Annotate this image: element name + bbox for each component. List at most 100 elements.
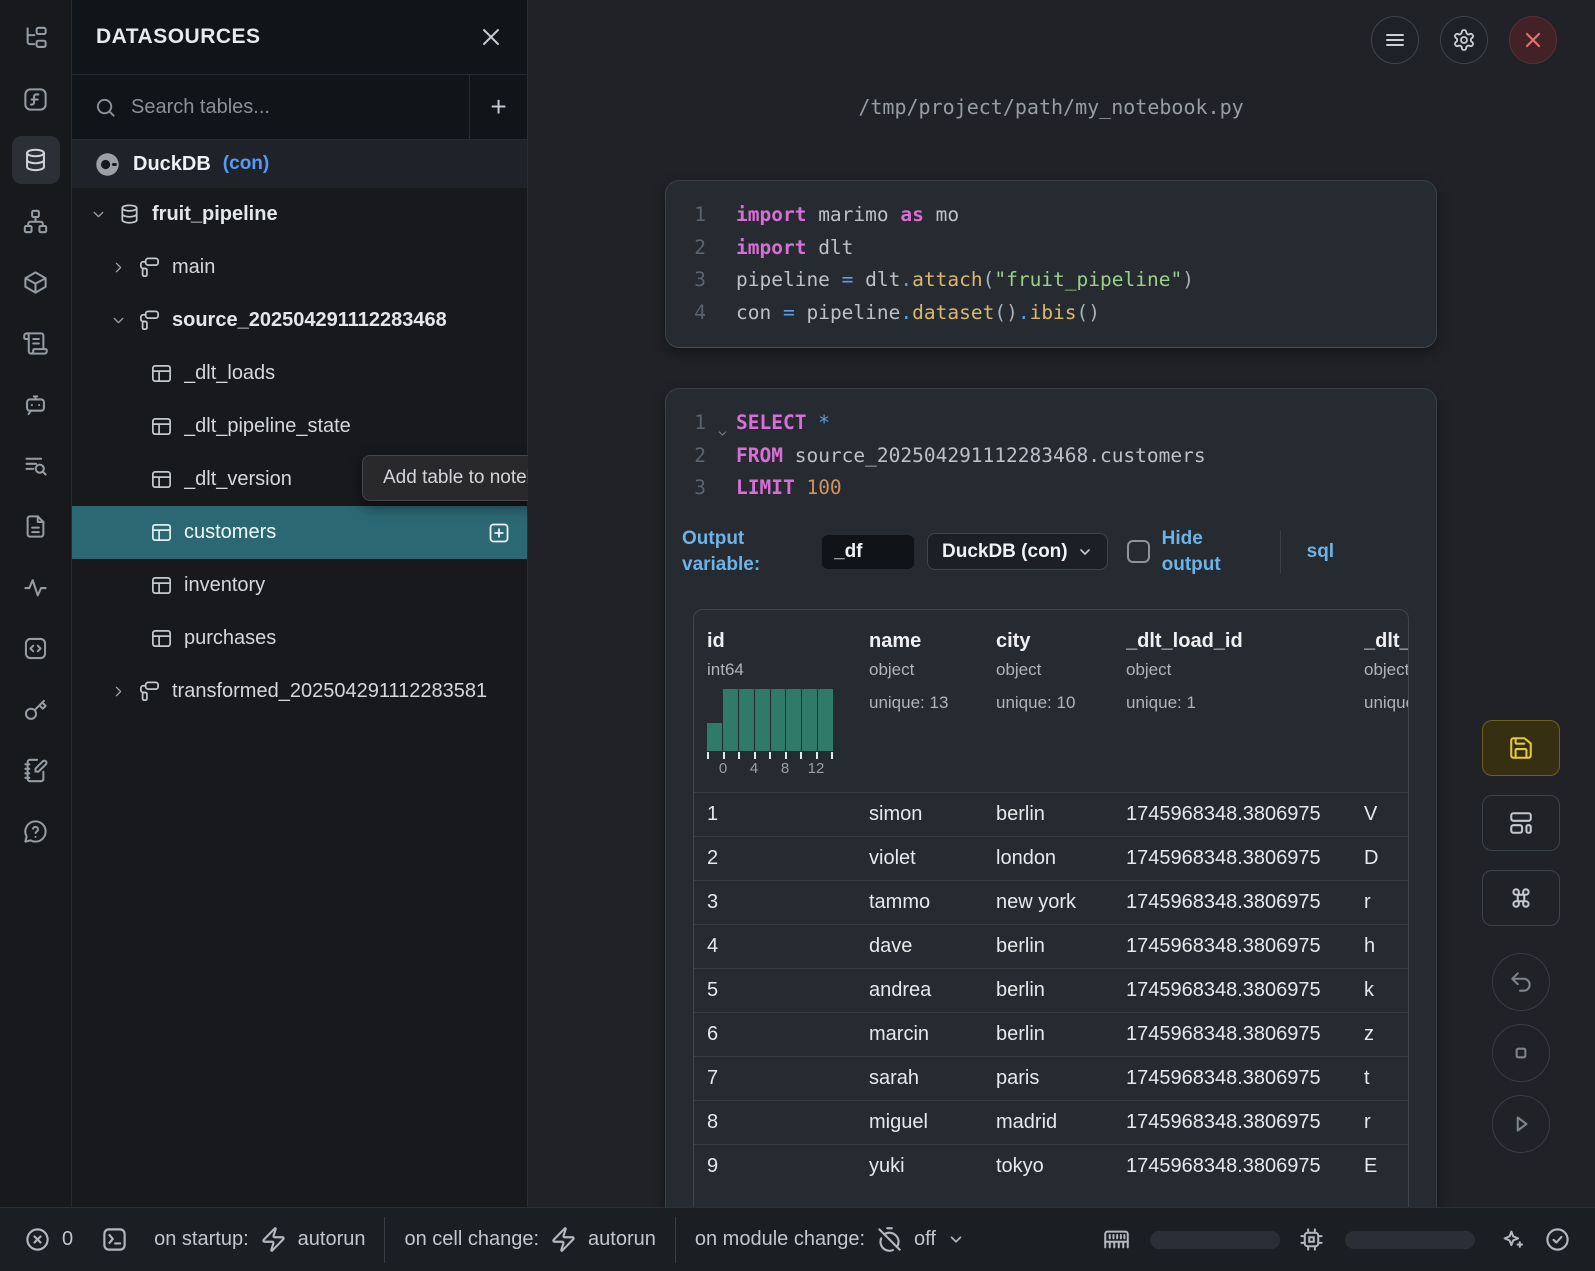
sparkles-icon [1499, 1226, 1526, 1253]
activity-item-help-message[interactable] [12, 807, 60, 855]
table-row[interactable]: 5andreaberlin1745968348.3806975k [694, 968, 1408, 1012]
layout-toggle-button[interactable] [1482, 795, 1560, 851]
activity-item-activity[interactable] [12, 563, 60, 611]
close-x-icon [1521, 28, 1545, 52]
tree-item-label: source_202504291112283468 [172, 309, 511, 332]
table-row[interactable]: 8miguelmadrid1745968348.3806975r [694, 1100, 1408, 1144]
check-circle-icon [1544, 1226, 1571, 1253]
table-row[interactable]: 4daveberlin1745968348.3806975h [694, 924, 1408, 968]
activity-item-scroll-text[interactable] [12, 319, 60, 367]
on-startup-setting[interactable]: on startup: autorun [154, 1226, 365, 1253]
histogram-bar [739, 689, 754, 751]
line-number: 3 [690, 264, 706, 297]
on-module-change-setting[interactable]: on module change: off [695, 1226, 965, 1253]
activity-item-notebook-pen[interactable] [12, 746, 60, 794]
table-row[interactable]: 2violetlondon1745968348.3806975D [694, 836, 1408, 880]
activity-item-bot-message[interactable] [12, 380, 60, 428]
save-button[interactable] [1482, 720, 1560, 776]
errors-indicator[interactable]: 0 [24, 1226, 73, 1253]
activity-item-code-square[interactable] [12, 624, 60, 672]
column-header-_dlt_id[interactable]: _dlt_idobjectunique: 13 [1364, 630, 1408, 792]
sql-editor[interactable]: 1SELECT *2FROM source_202504291112283468… [666, 389, 1436, 505]
tree-item-transformed_202504291112283581[interactable]: transformed_202504291112283581 [72, 665, 527, 718]
code-cell-imports[interactable]: 1import marimo as mo2import dlt3pipeline… [665, 180, 1437, 348]
shutdown-button[interactable] [1509, 16, 1557, 64]
table-cell: marcin [869, 1023, 996, 1046]
chevron-down-icon[interactable] [110, 312, 127, 329]
command-icon [1508, 885, 1534, 911]
tree-item-_dlt_pipeline_state[interactable]: _dlt_pipeline_state [72, 400, 527, 453]
code-line[interactable]: 1SELECT * [690, 407, 1436, 440]
menu-button[interactable] [1371, 16, 1419, 64]
table-row[interactable]: 1simonberlin1745968348.3806975V [694, 792, 1408, 836]
activity-item-file-tree[interactable] [12, 14, 60, 62]
terminal-button[interactable] [101, 1226, 128, 1253]
code-text: import marimo as mo [736, 199, 959, 232]
id-histogram[interactable]: 04812 [707, 689, 833, 778]
column-type: int64 [707, 660, 869, 680]
keyboard-shortcuts-button[interactable] [1482, 870, 1560, 926]
tree-item-source_202504291112283468[interactable]: source_202504291112283468 [72, 294, 527, 347]
on-cell-change-setting[interactable]: on cell change: autorun [404, 1226, 655, 1253]
activity-item-list-search[interactable] [12, 441, 60, 489]
table-cell: 1745968348.3806975 [1126, 847, 1364, 870]
ai-assistant-button[interactable] [1499, 1226, 1526, 1253]
code-text: con = pipeline.dataset().ibis() [736, 297, 1100, 330]
code-line[interactable]: 4con = pipeline.dataset().ibis() [690, 297, 1436, 330]
chevron-right-icon[interactable] [110, 259, 127, 276]
bot-message-icon [22, 391, 49, 418]
add-table-button[interactable] [487, 521, 511, 545]
code-line[interactable]: 2FROM source_202504291112283468.customer… [690, 440, 1436, 473]
connection-row[interactable]: DuckDB (con) [72, 140, 527, 188]
table-cell: miguel [869, 1111, 996, 1134]
activity-item-box[interactable] [12, 258, 60, 306]
close-panel-button[interactable] [479, 25, 503, 49]
code-line[interactable]: 1import marimo as mo [690, 199, 1436, 232]
column-header-city[interactable]: cityobjectunique: 10 [996, 630, 1126, 792]
tree-item-purchases[interactable]: purchases [72, 612, 527, 665]
code-line[interactable]: 2import dlt [690, 232, 1436, 265]
tree-item-customers[interactable]: customers [72, 506, 527, 559]
activity-item-file-text[interactable] [12, 502, 60, 550]
add-datasource-button[interactable]: + [469, 75, 527, 139]
search-input[interactable] [131, 96, 447, 119]
tree-item-label: purchases [184, 627, 511, 650]
tree-item-inventory[interactable]: inventory [72, 559, 527, 612]
histogram-bar [707, 723, 722, 751]
tree-item-_dlt_loads[interactable]: _dlt_loads [72, 347, 527, 400]
hide-output-checkbox[interactable] [1127, 540, 1150, 563]
sql-cell[interactable]: 1SELECT *2FROM source_202504291112283468… [665, 388, 1437, 1207]
column-header-_dlt_load_id[interactable]: _dlt_load_idobjectunique: 1 [1126, 630, 1364, 792]
on-startup-value: autorun [298, 1228, 366, 1251]
code-line[interactable]: 3pipeline = dlt.attach("fruit_pipeline") [690, 264, 1436, 297]
activity-item-database[interactable] [12, 136, 60, 184]
column-header-id[interactable]: idint6404812 [694, 630, 869, 792]
tree-item-fruit_pipeline[interactable]: fruit_pipeline [72, 188, 527, 241]
chevron-right-icon[interactable] [110, 683, 127, 700]
column-header-name[interactable]: nameobjectunique: 13 [869, 630, 996, 792]
fold-chevron-icon[interactable] [716, 418, 729, 431]
activity-item-network[interactable] [12, 197, 60, 245]
connection-status-button[interactable] [1544, 1226, 1571, 1253]
code-text: SELECT * [736, 407, 830, 440]
run-button[interactable] [1492, 1095, 1550, 1153]
table-row[interactable]: 7sarahparis1745968348.3806975t [694, 1056, 1408, 1100]
output-variable-input[interactable] [822, 535, 914, 569]
engine-dropdown[interactable]: DuckDB (con) [927, 533, 1108, 570]
code-line[interactable]: 3LIMIT 100 [690, 472, 1436, 505]
chevron-down-icon[interactable] [90, 206, 107, 223]
table-row[interactable]: 6marcinberlin1745968348.3806975z [694, 1012, 1408, 1056]
activity-item-function-square[interactable] [12, 75, 60, 123]
table-row[interactable]: 9yukitokyo1745968348.3806975E [694, 1144, 1408, 1188]
table-row[interactable]: 3tammonew york1745968348.3806975r [694, 880, 1408, 924]
tree-item-main[interactable]: main [72, 241, 527, 294]
undo-button[interactable] [1492, 953, 1550, 1011]
status-bar: 0 on startup: autorun on cell change: au… [0, 1207, 1595, 1271]
stop-button[interactable] [1492, 1024, 1550, 1082]
duckdb-logo-icon [94, 151, 121, 178]
settings-button[interactable] [1440, 16, 1488, 64]
function-square-icon [22, 86, 49, 113]
code-editor[interactable]: 1import marimo as mo2import dlt3pipeline… [666, 181, 1436, 329]
activity-item-key[interactable] [12, 685, 60, 733]
histogram-tick-label: 0 [708, 760, 738, 777]
